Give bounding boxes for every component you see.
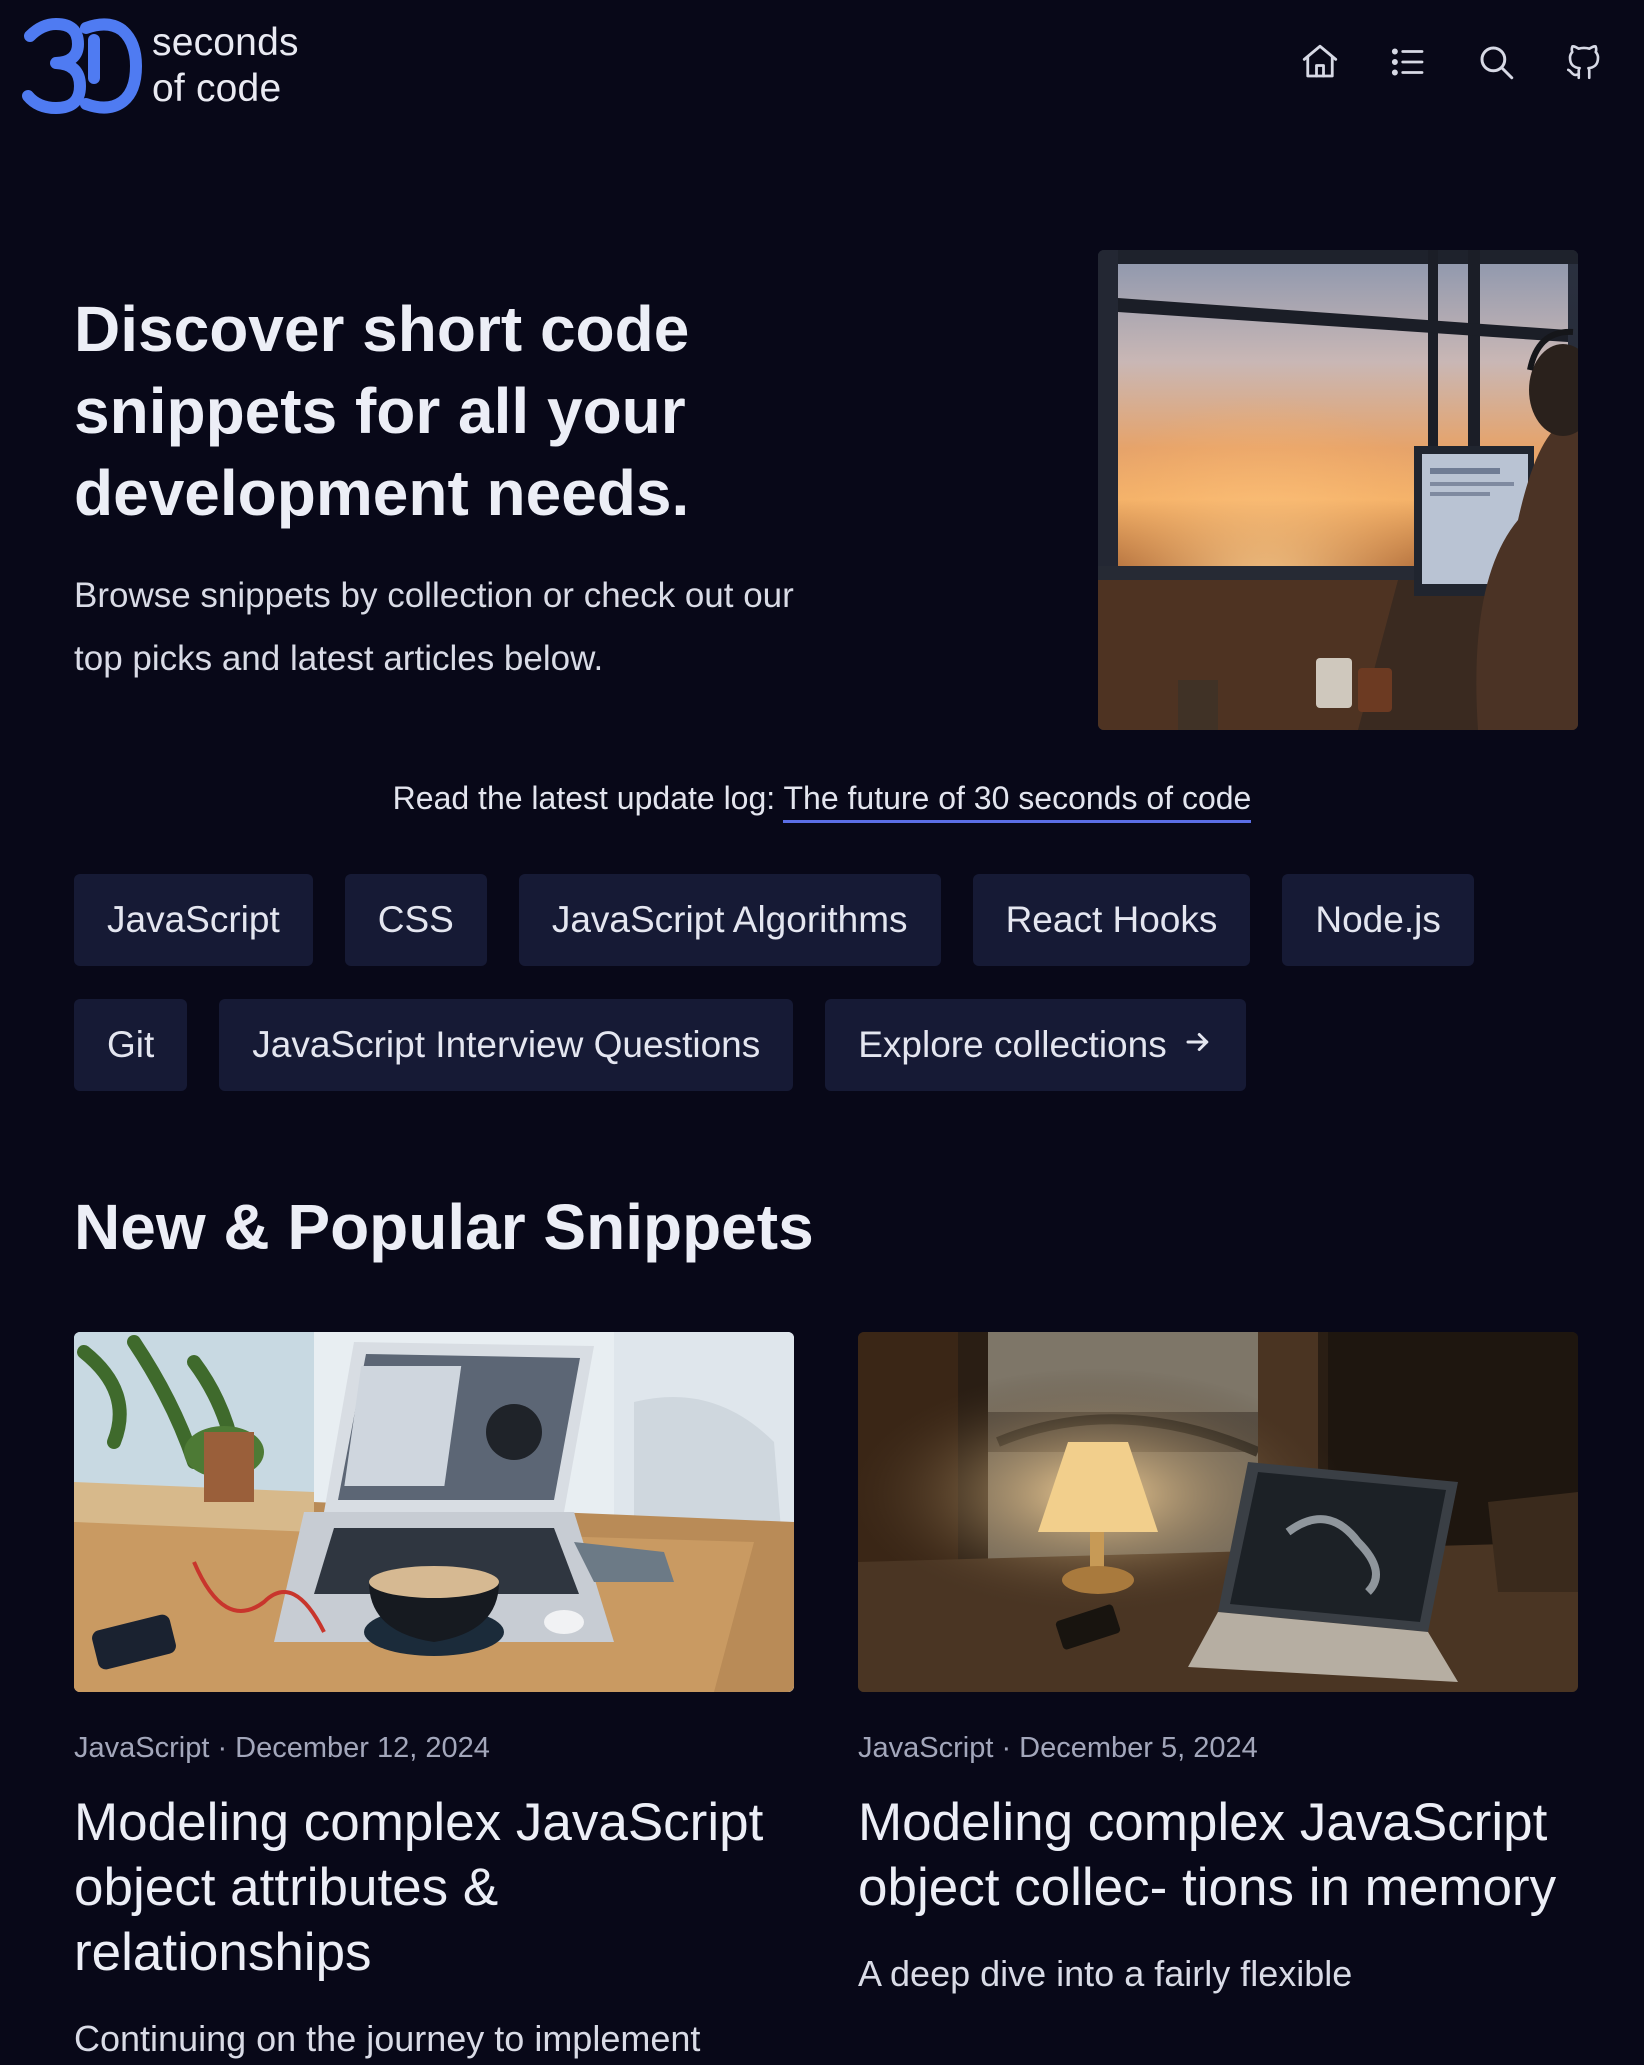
arrow-right-icon [1183,1024,1213,1067]
list-icon[interactable] [1386,40,1430,84]
snippet-card-image[interactable] [74,1332,794,1692]
section-title: New & Popular Snippets [74,1191,814,1263]
logo-wordmark: seconds of code [152,20,299,112]
logo-line-2: of code [152,67,282,110]
snippet-card-meta: JavaScript · December 12, 2024 [74,1732,490,1764]
site-header: seconds of code [0,0,1644,140]
chip-javascript-interview-questions[interactable]: JavaScript Interview Questions [219,999,794,1091]
explore-collections-label: Explore collections [858,1024,1167,1065]
snippet-card-title[interactable]: Modeling complex JavaScript object colle… [858,1790,1578,1920]
snippet-card-title[interactable]: Modeling complex JavaScript object attri… [74,1790,794,1985]
hero-image [1098,250,1578,730]
logo-line-1: seconds [152,21,299,64]
snippet-card: JavaScript · December 12, 2024 Modeling … [74,1332,794,2065]
home-icon[interactable] [1298,40,1342,84]
search-icon[interactable] [1474,40,1518,84]
chip-javascript[interactable]: JavaScript [74,874,313,966]
explore-collections-button[interactable]: Explore collections [825,999,1246,1091]
collection-chips: JavaScript CSS JavaScript Algorithms Rea… [74,874,1594,1091]
site-logo[interactable]: seconds of code [22,16,299,116]
snippet-card-image[interactable] [858,1332,1578,1692]
hero-title: Discover short code snippets for all you… [74,293,690,529]
chip-react-hooks[interactable]: React Hooks [972,874,1251,966]
snippet-card-meta: JavaScript · December 5, 2024 [858,1732,1258,1764]
chip-css[interactable]: CSS [344,874,487,966]
hero-subtitle: Browse snippets by collection or check o… [74,576,794,678]
header-nav [1298,40,1606,84]
snippet-card-description: A deep dive into a fairly flexible [858,1953,1353,1994]
update-log: Read the latest update log: The future o… [0,772,1644,824]
update-log-link[interactable]: The future of 30 seconds of code [783,780,1252,823]
snippet-card: JavaScript · December 5, 2024 Modeling c… [858,1332,1578,2000]
snippet-card-description: Continuing on the journey to implement [74,2018,701,2059]
logo-mark-icon [22,18,142,114]
github-icon[interactable] [1562,40,1606,84]
update-log-prefix: Read the latest update log: [392,780,784,816]
chip-javascript-algorithms[interactable]: JavaScript Algorithms [518,874,941,966]
chip-nodejs[interactable]: Node.js [1282,874,1474,966]
chip-git[interactable]: Git [74,999,188,1091]
